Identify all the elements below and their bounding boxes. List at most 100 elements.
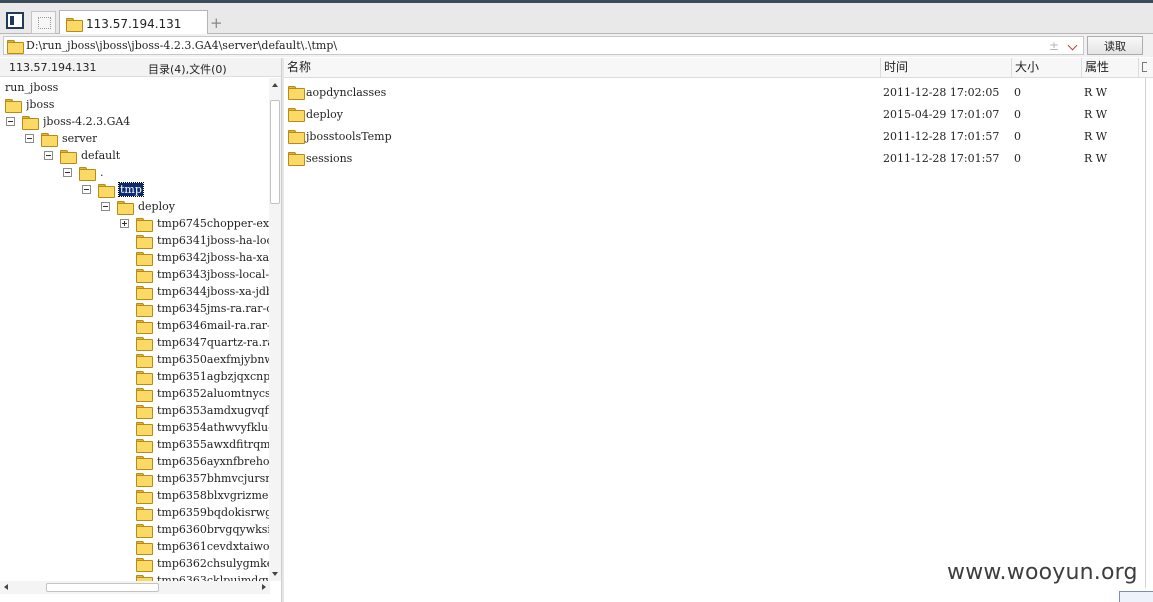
tree-node[interactable]: tmp6353amdxugvqfi-e <box>136 402 270 419</box>
tree-node[interactable]: run_jboss <box>5 79 58 96</box>
tree-node-label: tmp6347quartz-ra.ra <box>157 336 270 349</box>
collapse-icon[interactable] <box>6 117 15 126</box>
file-time: 2011-12-28 17:01:57 <box>883 152 1000 165</box>
collapse-icon[interactable] <box>101 202 110 211</box>
panel-toggle-icon[interactable] <box>6 12 24 29</box>
collapse-icon[interactable] <box>44 151 53 160</box>
folder-icon <box>136 251 153 266</box>
tree-node[interactable]: tmp6341jboss-ha-loc <box>136 232 270 249</box>
folder-icon <box>136 523 153 538</box>
directory-tree[interactable]: run_jbossjboss jboss-4.2.3.GA4 server defau… <box>0 78 270 581</box>
tab-title: 113.57.194.131 <box>86 17 182 31</box>
table-row[interactable]: aopdynclasses 2011-12-28 17:02:05 0 R W <box>284 81 1144 103</box>
table-row[interactable]: deploy 2015-04-29 17:01:07 0 R W <box>284 103 1144 125</box>
file-time: 2015-04-29 17:01:07 <box>883 108 1000 121</box>
path-input[interactable] <box>26 39 1036 52</box>
folder-icon <box>136 234 153 249</box>
column-header-name[interactable]: 名称 <box>284 58 881 78</box>
column-header-attributes[interactable]: 属性 <box>1082 58 1139 78</box>
chevron-down-icon[interactable] <box>1067 40 1078 51</box>
tree-node[interactable]: tmp6352aluomtnycs-e <box>136 385 270 402</box>
tree-node[interactable]: tmp6363cklpuimdgy-e <box>136 572 270 581</box>
tree-node[interactable]: tmp6347quartz-ra.ra <box>136 334 270 351</box>
tree-node[interactable]: deploy <box>101 198 175 215</box>
collapse-icon[interactable] <box>82 185 91 194</box>
tree-node-label: . <box>100 166 104 179</box>
folder-icon <box>136 370 153 385</box>
tree-node[interactable]: tmp6361cevdxtaiwo-e <box>136 538 270 555</box>
tree-node-label: tmp6352aluomtnycs-e <box>157 387 270 400</box>
tree-vertical-scrollbar[interactable] <box>269 78 281 581</box>
column-header-size[interactable]: 大小 <box>1012 58 1082 78</box>
table-row[interactable]: jbosstoolsTemp 2011-12-28 17:01:57 0 R W <box>284 125 1144 147</box>
read-button[interactable]: 读取 <box>1087 36 1143 55</box>
tree-node-label: tmp6362chsulygmke-e <box>157 557 270 570</box>
tree-node[interactable]: tmp6362chsulygmke-e <box>136 555 270 572</box>
folder-icon <box>60 149 77 164</box>
folder-icon <box>288 130 305 144</box>
tree-node-label: tmp6350aexfmjybnw-e <box>157 353 270 366</box>
tree-node[interactable]: tmp6745chopper-exp. <box>120 215 270 232</box>
column-header-time[interactable]: 时间 <box>881 58 1012 78</box>
tree-node[interactable]: tmp6359bqdokisrwg-e <box>136 504 270 521</box>
tree-node[interactable]: tmp6350aexfmjybnw-e <box>136 351 270 368</box>
collapse-icon[interactable] <box>63 168 72 177</box>
path-field[interactable]: ± <box>3 36 1084 55</box>
folder-icon <box>66 18 83 32</box>
address-bar: ± 读取 <box>0 34 1153 57</box>
scroll-thumb[interactable] <box>270 100 280 204</box>
tree-node[interactable]: tmp6360brvgqywksi-e <box>136 521 270 538</box>
tree-node[interactable]: tmp6345jms-ra.rar-c <box>136 300 270 317</box>
file-size: 0 <box>1014 152 1021 165</box>
tree-node[interactable]: tmp6357bhmvcjursn-e <box>136 470 270 487</box>
folder-icon <box>41 132 58 147</box>
table-row[interactable]: sessions 2011-12-28 17:01:57 0 R W <box>284 147 1144 169</box>
tree-node-label: run_jboss <box>5 81 59 94</box>
clear-icon[interactable]: ± <box>1049 39 1059 53</box>
tree-node[interactable]: jboss <box>5 96 54 113</box>
tree-node-label: tmp6354athwvyfklu-e <box>157 421 270 434</box>
tree-node[interactable]: tmp6354athwvyfklu-e <box>136 419 270 436</box>
bracket-icon <box>1142 62 1147 72</box>
folder-icon <box>117 200 134 215</box>
tree-node-label: tmp6357bhmvcjursn-e <box>157 472 270 485</box>
tree-node[interactable]: tmp6356ayxnfbreho-e <box>136 453 270 470</box>
new-tab-button[interactable]: + <box>210 15 223 31</box>
tree-node-label: tmp6356ayxnfbreho-e <box>157 455 270 468</box>
tree-node-label: server <box>62 132 98 145</box>
blank-tab[interactable] <box>31 11 56 34</box>
file-name: aopdynclasses <box>306 86 387 99</box>
folder-icon <box>136 336 153 351</box>
list-divider <box>1145 78 1146 588</box>
folder-icon <box>79 166 96 181</box>
tree-node[interactable]: . <box>63 164 104 181</box>
tree-node[interactable]: tmp6358blxvgrizme-e <box>136 487 270 504</box>
tree-node[interactable]: tmp6346mail-ra.rar- <box>136 317 270 334</box>
scroll-right-arrow-icon[interactable] <box>262 584 266 590</box>
scroll-up-arrow-icon[interactable] <box>272 83 278 87</box>
folder-icon <box>136 285 153 300</box>
collapse-icon[interactable] <box>25 134 34 143</box>
tree-node[interactable]: tmp <box>82 181 144 198</box>
file-name: jbosstoolsTemp <box>306 130 392 143</box>
tree-node[interactable]: tmp6351agbzjqxcnp-e <box>136 368 270 385</box>
tree-node-label: tmp6358blxvgrizme-e <box>157 489 270 502</box>
tree-node[interactable]: tmp6342jboss-ha-xa- <box>136 249 270 266</box>
folder-icon <box>288 152 305 166</box>
column-header-extra[interactable] <box>1139 58 1153 78</box>
scroll-down-arrow-icon[interactable] <box>272 572 278 576</box>
tree-node[interactable]: tmp6343jboss-local- <box>136 266 269 283</box>
tree-node[interactable]: jboss-4.2.3.GA4 <box>6 113 130 130</box>
file-size: 0 <box>1014 86 1021 99</box>
tree-node-label: tmp6342jboss-ha-xa- <box>157 251 270 264</box>
tree-node[interactable]: default <box>44 147 120 164</box>
tab-active[interactable]: 113.57.194.131 <box>59 10 208 37</box>
scroll-thumb[interactable] <box>46 583 159 592</box>
tree-horizontal-scrollbar[interactable] <box>0 581 270 594</box>
tree-node[interactable]: tmp6355awxdfitrqm-e <box>136 436 270 453</box>
tree-node[interactable]: server <box>25 130 97 147</box>
expand-icon[interactable] <box>120 219 129 228</box>
tree-node-label: tmp6353amdxugvqfi-e <box>157 404 270 417</box>
scroll-left-arrow-icon[interactable] <box>4 584 8 590</box>
tree-node[interactable]: tmp6344jboss-xa-jdb <box>136 283 270 300</box>
